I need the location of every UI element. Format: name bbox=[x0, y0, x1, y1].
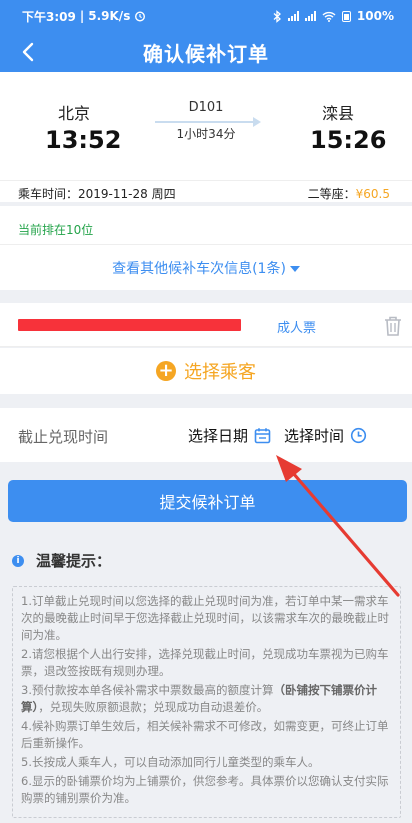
nav-bar: 确认候补订单 bbox=[0, 32, 412, 72]
other-trains-link[interactable]: 查看其他候补车次信息(1条) bbox=[112, 258, 300, 278]
select-date-label: 选择日期 bbox=[188, 427, 249, 445]
tips-header: i 温馨提示： bbox=[12, 550, 111, 571]
to-station: 滦县 bbox=[322, 104, 355, 123]
passenger-row[interactable]: 王 成人票 bbox=[0, 303, 412, 347]
bluetooth-icon bbox=[273, 9, 281, 23]
battery-level: 100% bbox=[356, 9, 394, 23]
depart-time: 13:52 bbox=[45, 126, 122, 154]
from-station: 北京 bbox=[58, 104, 91, 123]
status-bar: 下午3:09 | 5.9K/s 100% bbox=[0, 0, 412, 32]
choose-passenger-button[interactable]: + 选择乘客 bbox=[0, 348, 412, 394]
select-time-button[interactable]: 选择时间 bbox=[284, 425, 367, 446]
tip-item: 6.显示的卧铺票价均为上铺票价，供您参考。具体票价以您确认支付实际购票的铺别票价… bbox=[21, 774, 389, 805]
tip-item: 2.请您根据个人出行安排，选择兑现截止时间，兑现成功车票视为已购车票，退改签按既… bbox=[21, 647, 389, 678]
trip-arrow bbox=[155, 117, 261, 127]
trash-icon[interactable] bbox=[383, 315, 403, 337]
tips-box: 1.订单截止兑现时间以您选择的截止兑现时间为准，若订单中某一需求车次的最晚截止时… bbox=[12, 586, 401, 818]
other-trains-row: 查看其他候补车次信息(1条) bbox=[0, 244, 412, 290]
redacted-name-mark bbox=[18, 319, 241, 331]
page-title: 确认候补订单 bbox=[143, 41, 269, 66]
caret-down-icon bbox=[289, 265, 300, 272]
deadline-row: 截止兑现时间 选择日期 选择时间 bbox=[0, 408, 412, 462]
arrive-time: 15:26 bbox=[310, 126, 387, 154]
tip-item: 5.长按成人乘车人，可以自动添加同行儿童类型的乘车人。 bbox=[21, 755, 320, 769]
select-time-label: 选择时间 bbox=[284, 427, 345, 445]
info-icon: i bbox=[12, 554, 24, 567]
signal-2-icon bbox=[304, 11, 316, 21]
seat-class: 二等座： bbox=[307, 187, 356, 201]
train-number: D101 bbox=[188, 100, 224, 115]
tip-item: 1.订单截止兑现时间以您选择的截止兑现时间为准，若订单中某一需求车次的最晚截止时… bbox=[21, 594, 389, 642]
clock-icon bbox=[350, 427, 367, 444]
battery-icon bbox=[341, 10, 351, 22]
trip-duration: 1小时34分 bbox=[176, 127, 236, 141]
tip-item: 4.候补购票订单生效后，相关候补需求不可修改，如需变更，可终止订单后重新操作。 bbox=[21, 719, 389, 750]
ride-date: 2019-11-28 周四 bbox=[78, 187, 176, 201]
choose-passenger-label: 选择乘客 bbox=[184, 362, 256, 383]
tips-title: 温馨提示： bbox=[36, 552, 112, 570]
trip-card: 北京 13:52 D101 1小时34分 滦县 15:26 bbox=[0, 72, 412, 180]
queue-section: 当前排在10位 bbox=[0, 206, 412, 244]
status-speed: 5.9K/s bbox=[88, 9, 131, 23]
ticket-type[interactable]: 成人票 bbox=[277, 317, 316, 336]
queue-position: 当前排在10位 bbox=[18, 223, 94, 237]
back-button[interactable] bbox=[14, 38, 42, 66]
deadline-label: 截止兑现时间 bbox=[18, 428, 109, 446]
wifi-icon bbox=[322, 11, 336, 22]
ride-info: 乘车时间：2019-11-28 周四 二等座：¥60.5 bbox=[0, 180, 412, 202]
other-trains-label: 查看其他候补车次信息(1条) bbox=[112, 260, 286, 277]
tip-item: 3.预付款按本单各候补需求中票数最高的额度计算（卧铺按下铺票价计算），兑现失败原… bbox=[21, 683, 377, 714]
ticket-price: ¥60.5 bbox=[355, 187, 390, 201]
calendar-icon bbox=[254, 428, 271, 444]
alarm-icon bbox=[135, 11, 146, 22]
signal-icon bbox=[287, 11, 299, 21]
select-date-button[interactable]: 选择日期 bbox=[188, 425, 271, 446]
submit-order-button[interactable]: 提交候补订单 bbox=[8, 480, 407, 522]
chevron-left-icon bbox=[22, 42, 34, 62]
status-time: 下午3:09 bbox=[22, 9, 76, 24]
plus-icon: + bbox=[156, 361, 176, 381]
ride-date-label: 乘车时间： bbox=[18, 187, 79, 201]
